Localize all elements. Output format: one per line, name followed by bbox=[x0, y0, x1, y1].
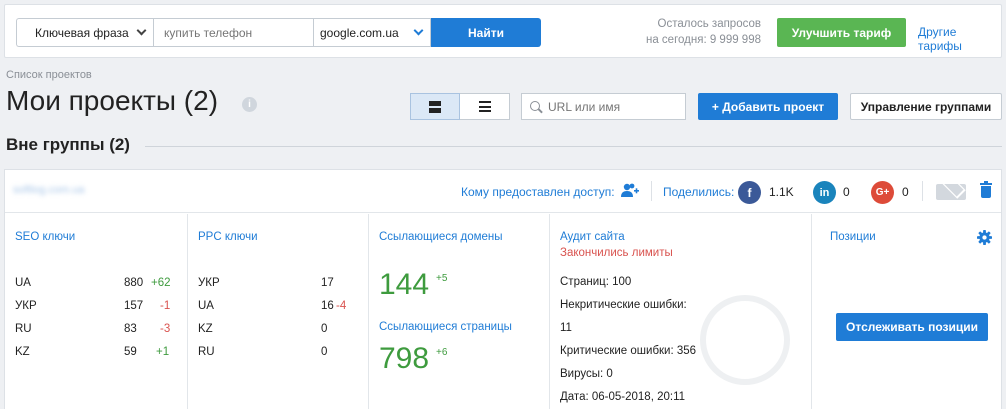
shared-label: Поделились: bbox=[663, 185, 735, 199]
list-view-button[interactable] bbox=[460, 93, 510, 120]
referring-pages-delta: +6 bbox=[436, 347, 448, 358]
referring-pages-value: 798 bbox=[379, 342, 430, 375]
referring-domains-delta: +5 bbox=[436, 273, 448, 284]
facebook-glyph: f bbox=[747, 185, 752, 200]
site-audit-title[interactable]: Аудит сайта bbox=[560, 231, 625, 243]
search-mode-select[interactable]: Ключевая фраза bbox=[16, 18, 153, 47]
grid-view-button[interactable] bbox=[410, 93, 460, 120]
audit-date-label: Дата: bbox=[560, 391, 589, 403]
info-icon[interactable]: i bbox=[242, 97, 257, 112]
search-engine-select[interactable]: google.com.ua bbox=[313, 18, 431, 47]
search-mode-label: Ключевая фраза bbox=[35, 25, 129, 40]
audit-critical: Критические ошибки: 356 bbox=[560, 345, 697, 357]
chevron-down-icon bbox=[136, 25, 147, 36]
ppc-region: KZ bbox=[198, 323, 213, 335]
add-user-icon[interactable] bbox=[619, 182, 639, 198]
mail-icon[interactable] bbox=[936, 184, 966, 200]
seo-region: KZ bbox=[15, 346, 30, 358]
ppc-value: 0 bbox=[321, 323, 328, 335]
audit-pages: Страниц: 100 bbox=[560, 276, 632, 288]
search-icon bbox=[530, 100, 542, 113]
audit-noncritical-value: 11 bbox=[560, 322, 572, 334]
facebook-icon[interactable]: f bbox=[738, 181, 761, 204]
ppc-delta: -4 bbox=[336, 300, 347, 312]
referring-pages-title[interactable]: Ссылающиеся страницы bbox=[379, 321, 512, 333]
add-project-button[interactable]: + Добавить проект bbox=[698, 93, 838, 120]
breadcrumb[interactable]: Список проектов bbox=[6, 69, 92, 81]
seo-region: UA bbox=[15, 277, 31, 289]
google-plus-share-count: 0 bbox=[902, 185, 909, 199]
linkedin-glyph: in bbox=[819, 186, 830, 199]
referring-domains-value: 144 bbox=[379, 268, 430, 301]
ppc-region: RU bbox=[198, 346, 215, 358]
list-view-icon bbox=[478, 101, 491, 112]
ppc-region: УКР bbox=[198, 277, 220, 289]
site-audit-column: Аудит сайта Закончились лимиты Страниц: … bbox=[549, 214, 811, 409]
audit-date-value: 06-05-2018, 20:11 bbox=[591, 391, 686, 403]
facebook-share-count: 1.1K bbox=[769, 185, 794, 199]
project-domain-link[interactable]: softlog.com.ua bbox=[13, 184, 85, 196]
search-toolbar: Ключевая фраза google.com.ua Найти Остал… bbox=[4, 4, 1002, 58]
project-card: softlog.com.ua Кому предоставлен доступ:… bbox=[4, 169, 1002, 409]
view-toggle bbox=[410, 93, 510, 120]
group-title[interactable]: Вне группы (2) bbox=[6, 135, 130, 155]
ppc-keywords-title[interactable]: PPC ключи bbox=[198, 231, 258, 243]
trash-icon[interactable] bbox=[980, 181, 992, 199]
upgrade-plan-button[interactable]: Улучшить тариф bbox=[777, 18, 906, 47]
positions-title[interactable]: Позиции bbox=[830, 231, 876, 243]
ppc-value: 0 bbox=[321, 346, 328, 358]
project-search-input[interactable] bbox=[548, 99, 678, 114]
manage-groups-button[interactable]: Управление группами bbox=[850, 93, 1002, 120]
seo-delta: -1 bbox=[160, 300, 171, 312]
referring-domains-title[interactable]: Ссылающиеся домены bbox=[379, 231, 503, 243]
group-divider bbox=[145, 146, 1002, 147]
seo-delta: -3 bbox=[160, 323, 171, 335]
other-plans-link[interactable]: Другие тарифы bbox=[918, 25, 1001, 53]
chevron-down-icon bbox=[413, 25, 424, 36]
header-divider bbox=[922, 181, 923, 201]
limits-warning: Закончились лимиты bbox=[560, 247, 673, 259]
seo-value: 83 bbox=[124, 323, 137, 335]
seo-keywords-title[interactable]: SEO ключи bbox=[15, 231, 75, 243]
page-title: Мои проекты (2) bbox=[6, 85, 219, 116]
remaining-requests: Осталось запросов на сегодня: 9 999 998 bbox=[646, 16, 761, 48]
seo-value: 157 bbox=[124, 300, 144, 312]
seo-keywords-column: SEO ключи UA 880 +62 УКР 157 -1 RU 83 -3… bbox=[5, 214, 187, 409]
seo-region: RU bbox=[15, 323, 32, 335]
find-button[interactable]: Найти bbox=[431, 18, 541, 47]
project-card-header: softlog.com.ua Кому предоставлен доступ:… bbox=[5, 170, 1001, 213]
gear-icon[interactable] bbox=[977, 230, 992, 245]
seo-value: 880 bbox=[124, 277, 144, 289]
seo-delta: +62 bbox=[151, 277, 171, 289]
track-positions-button[interactable]: Отслеживать позиции bbox=[836, 313, 988, 341]
seo-delta: +1 bbox=[156, 346, 170, 358]
seo-value: 59 bbox=[124, 346, 137, 358]
audit-viruses: Вирусы: 0 bbox=[560, 368, 613, 380]
ppc-value: 17 bbox=[321, 277, 334, 289]
ppc-region: UA bbox=[198, 300, 214, 312]
access-label: Кому предоставлен доступ: bbox=[461, 185, 615, 199]
linkedin-share-count: 0 bbox=[843, 185, 850, 199]
ppc-value: 16 bbox=[321, 300, 334, 312]
search-group: Ключевая фраза google.com.ua Найти bbox=[16, 18, 541, 47]
audit-noncritical-label: Некритические ошибки: bbox=[560, 299, 687, 311]
google-plus-glyph: G+ bbox=[875, 187, 890, 198]
grid-view-icon bbox=[429, 100, 441, 113]
backlinks-column: Ссылающиеся домены 144 +5 Ссылающиеся ст… bbox=[368, 214, 549, 409]
audit-score-ring bbox=[700, 295, 790, 385]
positions-column: Позиции Отслеживать позиции bbox=[811, 214, 1002, 409]
remaining-requests-line2: на сегодня: 9 999 998 bbox=[645, 34, 761, 46]
header-divider bbox=[651, 181, 652, 201]
project-search bbox=[521, 93, 686, 120]
linkedin-icon[interactable]: in bbox=[813, 181, 836, 204]
seo-region: УКР bbox=[15, 300, 37, 312]
search-engine-label: google.com.ua bbox=[320, 25, 399, 40]
audit-date: Дата: 06-05-2018, 20:11 bbox=[560, 391, 685, 403]
keyword-input[interactable] bbox=[153, 18, 313, 47]
google-plus-icon[interactable]: G+ bbox=[871, 181, 894, 204]
ppc-keywords-column: PPC ключи УКР 17 UA 16 -4 KZ 0 RU 0 bbox=[187, 214, 368, 409]
remaining-requests-line1: Осталось запросов bbox=[657, 18, 761, 30]
